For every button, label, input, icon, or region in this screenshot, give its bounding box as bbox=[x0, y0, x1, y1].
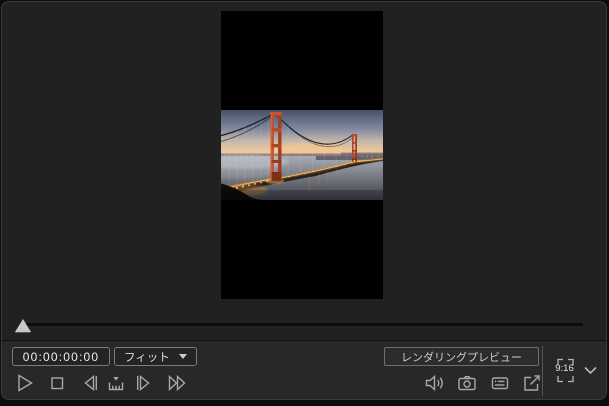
next-frame-icon bbox=[137, 375, 150, 391]
controlbar-divider bbox=[542, 346, 543, 396]
next-frame-button[interactable] bbox=[131, 371, 159, 395]
volume-icon bbox=[425, 374, 443, 392]
fast-forward-icon bbox=[168, 374, 186, 392]
volume-button[interactable] bbox=[420, 371, 448, 395]
chevron-down-icon bbox=[584, 366, 597, 375]
seek-ruler-icon bbox=[108, 377, 124, 391]
render-preview-label: レンダリングプレビュー bbox=[401, 351, 522, 364]
previous-frame-icon bbox=[84, 375, 97, 391]
play-icon bbox=[18, 374, 33, 392]
play-button[interactable] bbox=[10, 371, 38, 395]
stop-icon bbox=[51, 377, 64, 390]
control-bar: 00:00:00:00 フィット レンダリングプレビュー 9:16 bbox=[2, 340, 606, 399]
display-zoom-label: フィット bbox=[124, 351, 170, 364]
previous-frame-button[interactable] bbox=[75, 371, 103, 395]
display-options-icon bbox=[491, 377, 509, 390]
display-options-button[interactable] bbox=[486, 371, 514, 395]
undock-preview-icon bbox=[524, 375, 540, 391]
snapshot-button[interactable] bbox=[453, 371, 481, 395]
seek-ruler-button[interactable] bbox=[102, 371, 130, 395]
video-frame bbox=[221, 11, 383, 299]
preview-area bbox=[2, 2, 606, 339]
timecode-value: 00:00:00:00 bbox=[22, 349, 100, 364]
stop-button[interactable] bbox=[43, 371, 71, 395]
dropdown-arrow-icon bbox=[179, 354, 187, 359]
timecode-display[interactable]: 00:00:00:00 bbox=[12, 347, 110, 366]
fast-forward-button[interactable] bbox=[163, 371, 191, 395]
scrubber-track[interactable] bbox=[22, 323, 583, 326]
snapshot-camera-icon bbox=[458, 376, 476, 391]
aspect-ratio-label: 9:16 bbox=[555, 363, 574, 374]
render-preview-button[interactable]: レンダリングプレビュー bbox=[384, 347, 539, 366]
preview-panel: 00:00:00:00 フィット レンダリングプレビュー 9:16 bbox=[1, 1, 607, 400]
bridge-photo bbox=[221, 110, 383, 200]
display-zoom-dropdown[interactable]: フィット bbox=[114, 347, 197, 366]
aspect-ratio-selector[interactable]: 9:16 bbox=[546, 353, 604, 393]
playhead-marker[interactable] bbox=[15, 319, 31, 332]
